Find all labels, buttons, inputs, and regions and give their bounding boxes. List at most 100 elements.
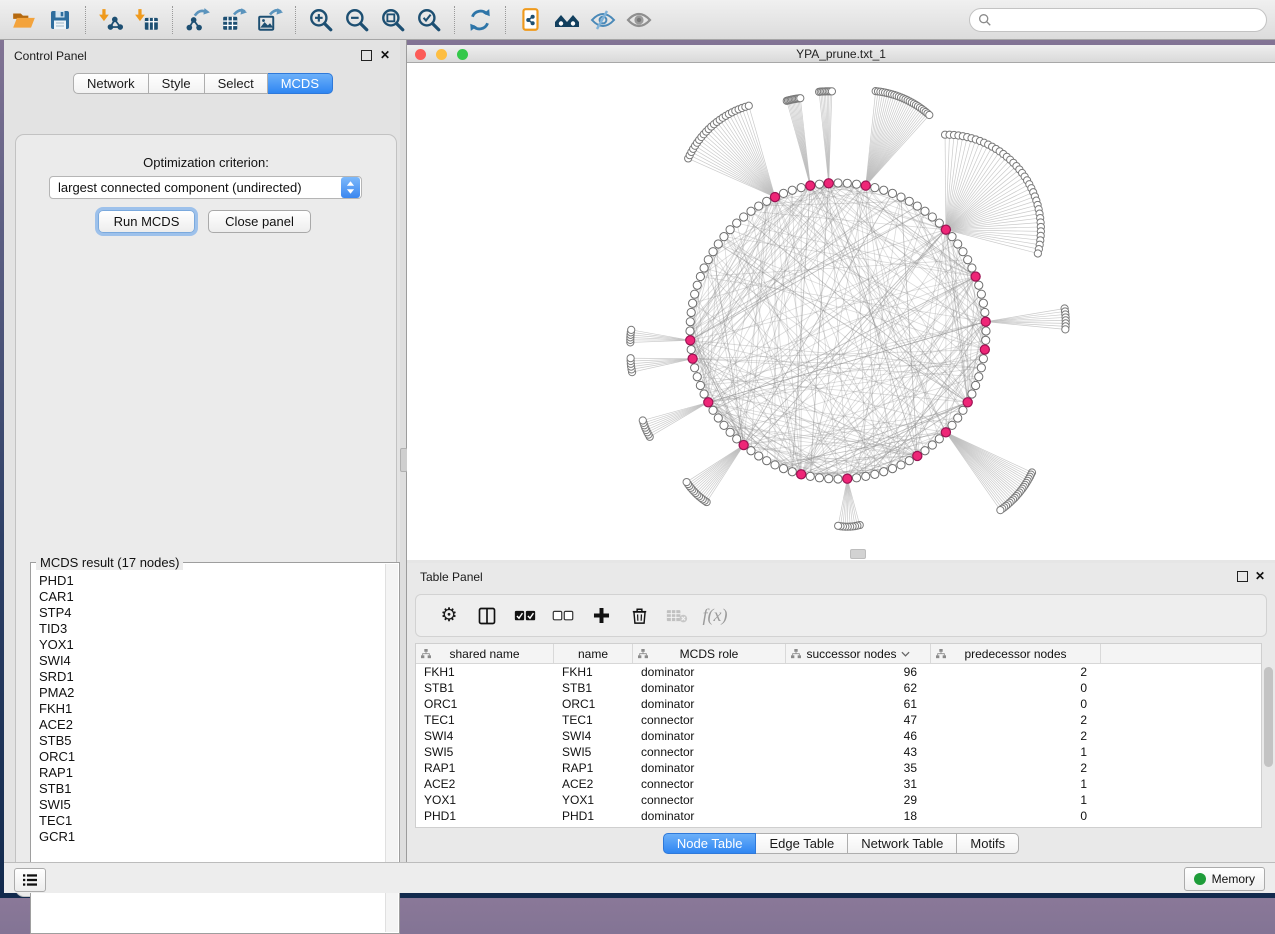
network-window-title: YPA_prune.txt_1: [407, 47, 1275, 61]
export-table-button[interactable]: [216, 4, 252, 36]
memory-button[interactable]: Memory: [1184, 867, 1265, 891]
zoom-in-button[interactable]: [303, 4, 339, 36]
zoom-fit-button[interactable]: [375, 4, 411, 36]
table-row[interactable]: ORC1ORC1dominator610: [416, 696, 1261, 712]
hide-selected-button[interactable]: [585, 4, 621, 36]
tab-edge-table[interactable]: Edge Table: [756, 833, 848, 854]
network-canvas[interactable]: [407, 63, 1275, 560]
table-panel-tabs: Node TableEdge TableNetwork TableMotifs: [663, 833, 1019, 854]
apply-layout-button[interactable]: [462, 4, 498, 36]
export-network-button[interactable]: [180, 4, 216, 36]
column-header-label: shared name: [449, 647, 519, 661]
table-cell: dominator: [633, 665, 786, 679]
mcds-result-item[interactable]: PHD1: [39, 573, 385, 589]
control-panel-tabs: NetworkStyleSelectMCDS: [73, 73, 333, 94]
table-row[interactable]: ACE2ACE2connector311: [416, 776, 1261, 792]
vertical-splitter[interactable]: [400, 40, 407, 862]
node-table-body: FKH1FKH1dominator962STB1STB1dominator620…: [416, 664, 1261, 824]
table-row[interactable]: SWI4SWI4dominator462: [416, 728, 1261, 744]
tab-node-table[interactable]: Node Table: [663, 833, 757, 854]
run-mcds-button[interactable]: Run MCDS: [98, 210, 195, 233]
column-header-shared-name[interactable]: shared name: [416, 644, 554, 663]
open-file-button[interactable]: [6, 4, 42, 36]
namespace-icon: [421, 649, 431, 659]
close-table-panel-icon[interactable]: ✕: [1255, 571, 1265, 581]
search-input[interactable]: [992, 12, 1246, 28]
zoom-selected-button[interactable]: [411, 4, 447, 36]
mcds-result-item[interactable]: STP4: [39, 605, 385, 621]
network-window-titlebar[interactable]: YPA_prune.txt_1: [407, 45, 1275, 63]
mcds-result-item[interactable]: SRD1: [39, 669, 385, 685]
mcds-result-item[interactable]: STB1: [39, 781, 385, 797]
column-header-predecessor-nodes[interactable]: predecessor nodes: [931, 644, 1101, 663]
zoom-out-button[interactable]: [339, 4, 375, 36]
mcds-result-item[interactable]: SWI4: [39, 653, 385, 669]
tab-network[interactable]: Network: [73, 73, 149, 94]
mcds-result-item[interactable]: GCR1: [39, 829, 385, 845]
show-columns-button[interactable]: [468, 601, 506, 631]
table-row[interactable]: TEC1TEC1connector472: [416, 712, 1261, 728]
tab-network-table[interactable]: Network Table: [848, 833, 957, 854]
table-scrollbar[interactable]: [1264, 645, 1273, 826]
select-all-rows-button[interactable]: [506, 601, 544, 631]
checked-boxes-icon: [514, 609, 536, 623]
import-network-button[interactable]: [93, 4, 129, 36]
tab-style[interactable]: Style: [149, 73, 205, 94]
table-scrollbar-thumb[interactable]: [1264, 667, 1273, 767]
table-row[interactable]: YOX1YOX1connector291: [416, 792, 1261, 808]
table-cell: dominator: [633, 761, 786, 775]
add-column-button[interactable]: [582, 601, 620, 631]
import-table-button[interactable]: [129, 4, 165, 36]
mcds-result-item[interactable]: PMA2: [39, 685, 385, 701]
mcds-result-item[interactable]: SWI5: [39, 797, 385, 813]
close-panel-icon[interactable]: ✕: [380, 50, 390, 60]
float-panel-icon[interactable]: [361, 50, 372, 61]
mcds-result-item[interactable]: FKH1: [39, 701, 385, 717]
share-document-button[interactable]: [513, 4, 549, 36]
table-settings-button[interactable]: ⚙: [430, 601, 468, 631]
mcds-result-item[interactable]: RAP1: [39, 765, 385, 781]
table-cell: 43: [786, 745, 931, 759]
network-graph[interactable]: [407, 63, 1275, 560]
mcds-result-item[interactable]: TID3: [39, 621, 385, 637]
mcds-result-item[interactable]: YOX1: [39, 637, 385, 653]
deselect-all-rows-button[interactable]: [544, 601, 582, 631]
table-row[interactable]: FKH1FKH1dominator962: [416, 664, 1261, 680]
search-box[interactable]: [969, 8, 1267, 32]
mcds-result-item[interactable]: STB5: [39, 733, 385, 749]
task-history-button[interactable]: [14, 868, 46, 892]
namespace-icon: [638, 649, 648, 659]
eye-slash-icon: [589, 7, 617, 33]
mcds-result-item[interactable]: ACE2: [39, 717, 385, 733]
mcds-result-item[interactable]: CAR1: [39, 589, 385, 605]
tab-motifs[interactable]: Motifs: [957, 833, 1019, 854]
export-image-button[interactable]: [252, 4, 288, 36]
table-row[interactable]: RAP1RAP1dominator352: [416, 760, 1261, 776]
table-row[interactable]: PHD1PHD1dominator180: [416, 808, 1261, 824]
close-panel-button[interactable]: Close panel: [208, 210, 311, 233]
node-table[interactable]: shared name nameMCDS rolesuccessor nodes p…: [415, 643, 1262, 828]
column-header-mcds-role[interactable]: MCDS role: [633, 644, 786, 663]
table-cell: connector: [633, 745, 786, 759]
column-header-name[interactable]: name: [554, 644, 633, 663]
save-session-button[interactable]: [42, 4, 78, 36]
main-toolbar: [0, 0, 1275, 40]
tab-select[interactable]: Select: [205, 73, 268, 94]
apply-function-button: f(x): [696, 601, 734, 631]
table-cell: 46: [786, 729, 931, 743]
table-row[interactable]: STB1STB1dominator620: [416, 680, 1261, 696]
delete-columns-button[interactable]: [620, 601, 658, 631]
horizontal-splitter-handle[interactable]: [850, 549, 866, 559]
mcds-result-item[interactable]: ORC1: [39, 749, 385, 765]
optimization-select[interactable]: largest connected component (undirected): [49, 176, 362, 199]
mcds-result-item[interactable]: TEC1: [39, 813, 385, 829]
table-cell: YOX1: [554, 793, 633, 807]
table-row[interactable]: SWI5SWI5connector431: [416, 744, 1261, 760]
tab-mcds[interactable]: MCDS: [268, 73, 333, 94]
column-header-label: predecessor nodes: [964, 647, 1066, 661]
column-header-successor-nodes[interactable]: successor nodes: [786, 644, 931, 663]
table-cell: dominator: [633, 809, 786, 823]
show-all-button[interactable]: [621, 4, 657, 36]
first-neighbors-button[interactable]: [549, 4, 585, 36]
float-table-panel-icon[interactable]: [1237, 571, 1248, 582]
